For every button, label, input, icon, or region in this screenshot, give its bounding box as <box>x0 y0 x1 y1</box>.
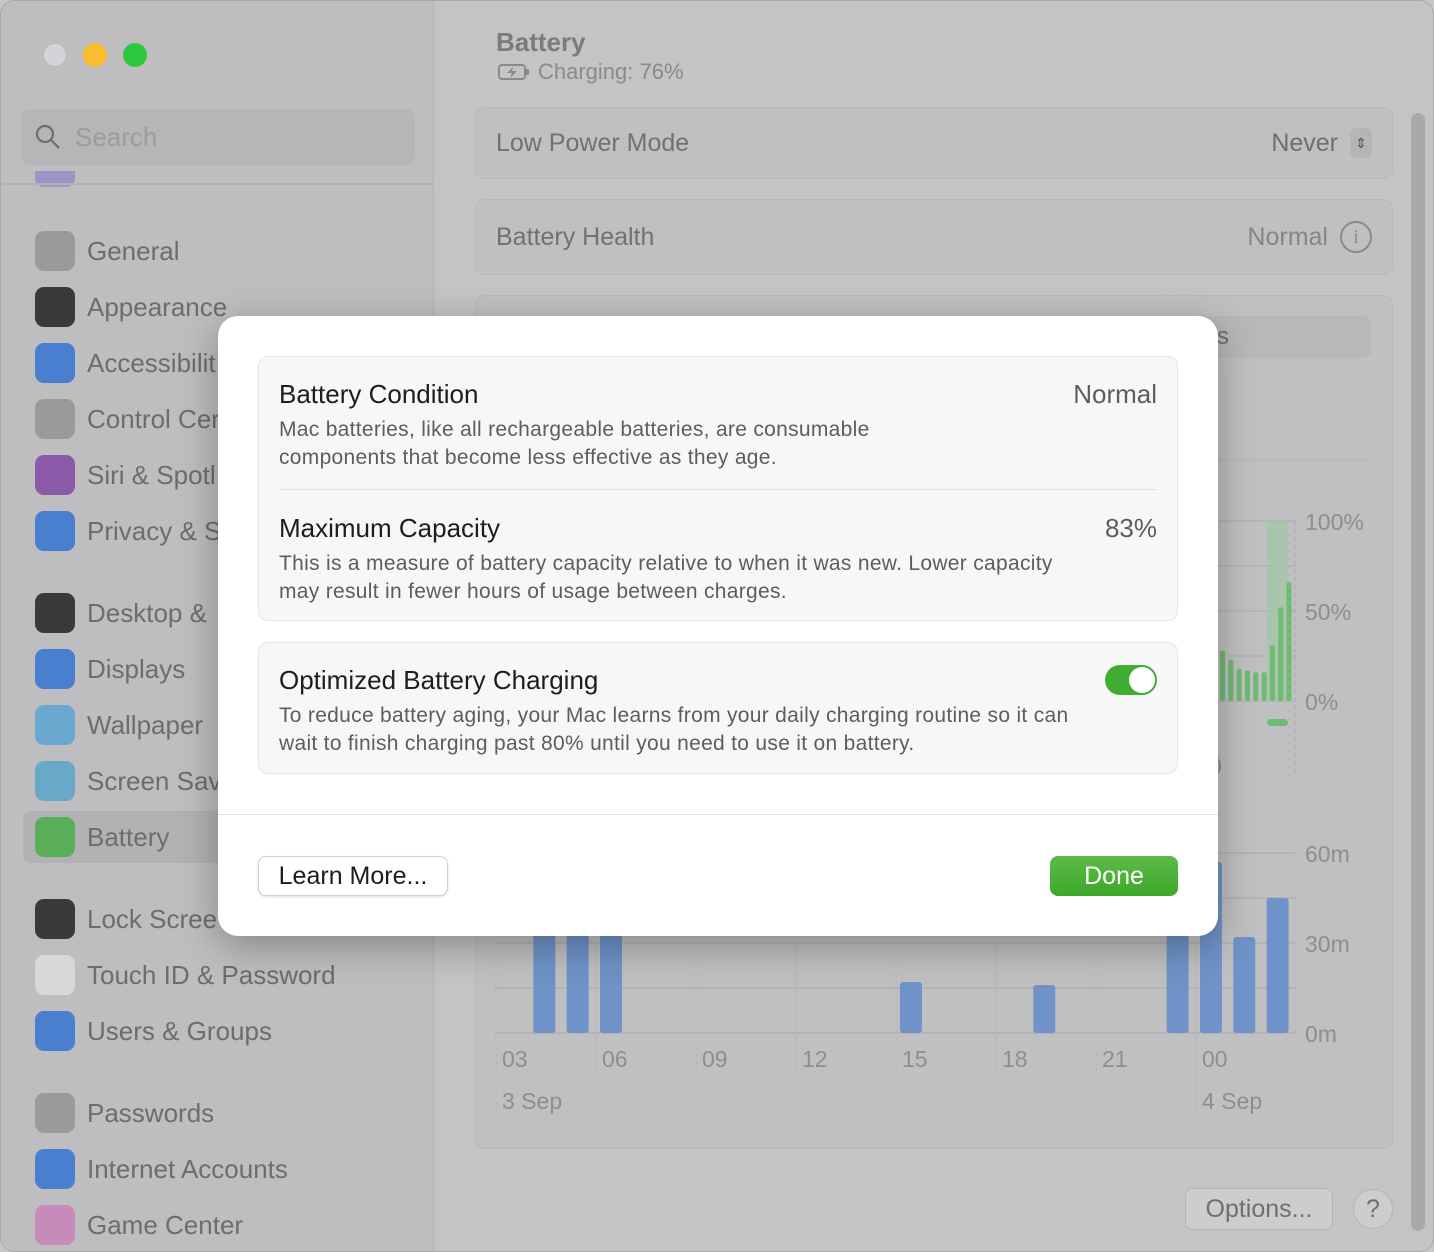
section-description: This is a measure of battery capacity re… <box>279 552 1053 603</box>
battery-bar <box>1261 672 1267 701</box>
section-title: Optimized Battery Charging <box>279 665 599 695</box>
y-tick: 0m <box>1305 1021 1337 1047</box>
condition-value: Normal <box>1073 379 1157 409</box>
x-tick: 15 <box>902 1046 928 1072</box>
battery-bar <box>1269 645 1275 701</box>
help-button[interactable]: ? <box>1353 1189 1393 1229</box>
usage-bar <box>1266 898 1289 1033</box>
scrollbar[interactable] <box>1411 113 1425 1231</box>
x-tick: 06 <box>602 1046 628 1072</box>
y-tick: 100% <box>1305 509 1364 535</box>
section-description: Mac batteries, like all rechargeable bat… <box>279 418 870 469</box>
charging-indicator <box>1267 719 1288 726</box>
capacity-value: 83% <box>1104 513 1157 543</box>
done-button[interactable]: Done <box>1050 856 1178 896</box>
battery-condition-section: Battery Condition Normal Mac batteries, … <box>279 379 1157 472</box>
y-tick: 60m <box>1305 841 1350 867</box>
section-title: Battery Condition <box>279 379 479 409</box>
date-label: 3 Sep <box>502 1088 563 1114</box>
battery-bar <box>1253 672 1259 701</box>
optimized-charging-section: Optimized Battery Charging To reduce bat… <box>279 665 1157 758</box>
section-title: Maximum Capacity <box>279 513 501 543</box>
x-tick: 21 <box>1102 1046 1128 1072</box>
usage-bar <box>899 982 922 1033</box>
battery-bar <box>1220 650 1226 701</box>
date-label: 4 Sep <box>1202 1088 1263 1114</box>
usage-bar <box>1033 985 1056 1033</box>
y-tick: 0% <box>1305 689 1339 715</box>
maximum-capacity-section: Maximum Capacity 83% This is a measure o… <box>279 513 1157 606</box>
x-tick: 00 <box>1202 1046 1228 1072</box>
x-tick: 12 <box>802 1046 828 1072</box>
battery-bar <box>1245 670 1250 701</box>
x-tick: 18 <box>1002 1046 1028 1072</box>
battery-bar <box>1286 582 1292 701</box>
section-description: To reduce battery aging, your Mac learns… <box>279 704 1069 755</box>
battery-bar <box>1236 668 1242 701</box>
x-tick: 09 <box>702 1046 728 1072</box>
divider <box>218 814 1218 815</box>
y-tick: 50% <box>1305 599 1352 625</box>
battery-bar <box>1278 607 1284 701</box>
optimized-charging-toggle[interactable] <box>1105 665 1157 695</box>
usage-bar <box>1233 937 1256 1033</box>
divider <box>279 489 1157 490</box>
options-button[interactable]: Options... <box>1185 1188 1333 1230</box>
learn-more-button[interactable]: Learn More... <box>258 856 448 896</box>
optimized-charging-box: Optimized Battery Charging To reduce bat… <box>258 642 1178 774</box>
y-tick: 30m <box>1305 931 1350 957</box>
battery-health-dialog: Battery Condition Normal Mac batteries, … <box>218 316 1218 936</box>
battery-bar <box>1228 659 1234 701</box>
x-tick: 03 <box>502 1046 528 1072</box>
battery-info-box: Battery Condition Normal Mac batteries, … <box>258 356 1178 621</box>
